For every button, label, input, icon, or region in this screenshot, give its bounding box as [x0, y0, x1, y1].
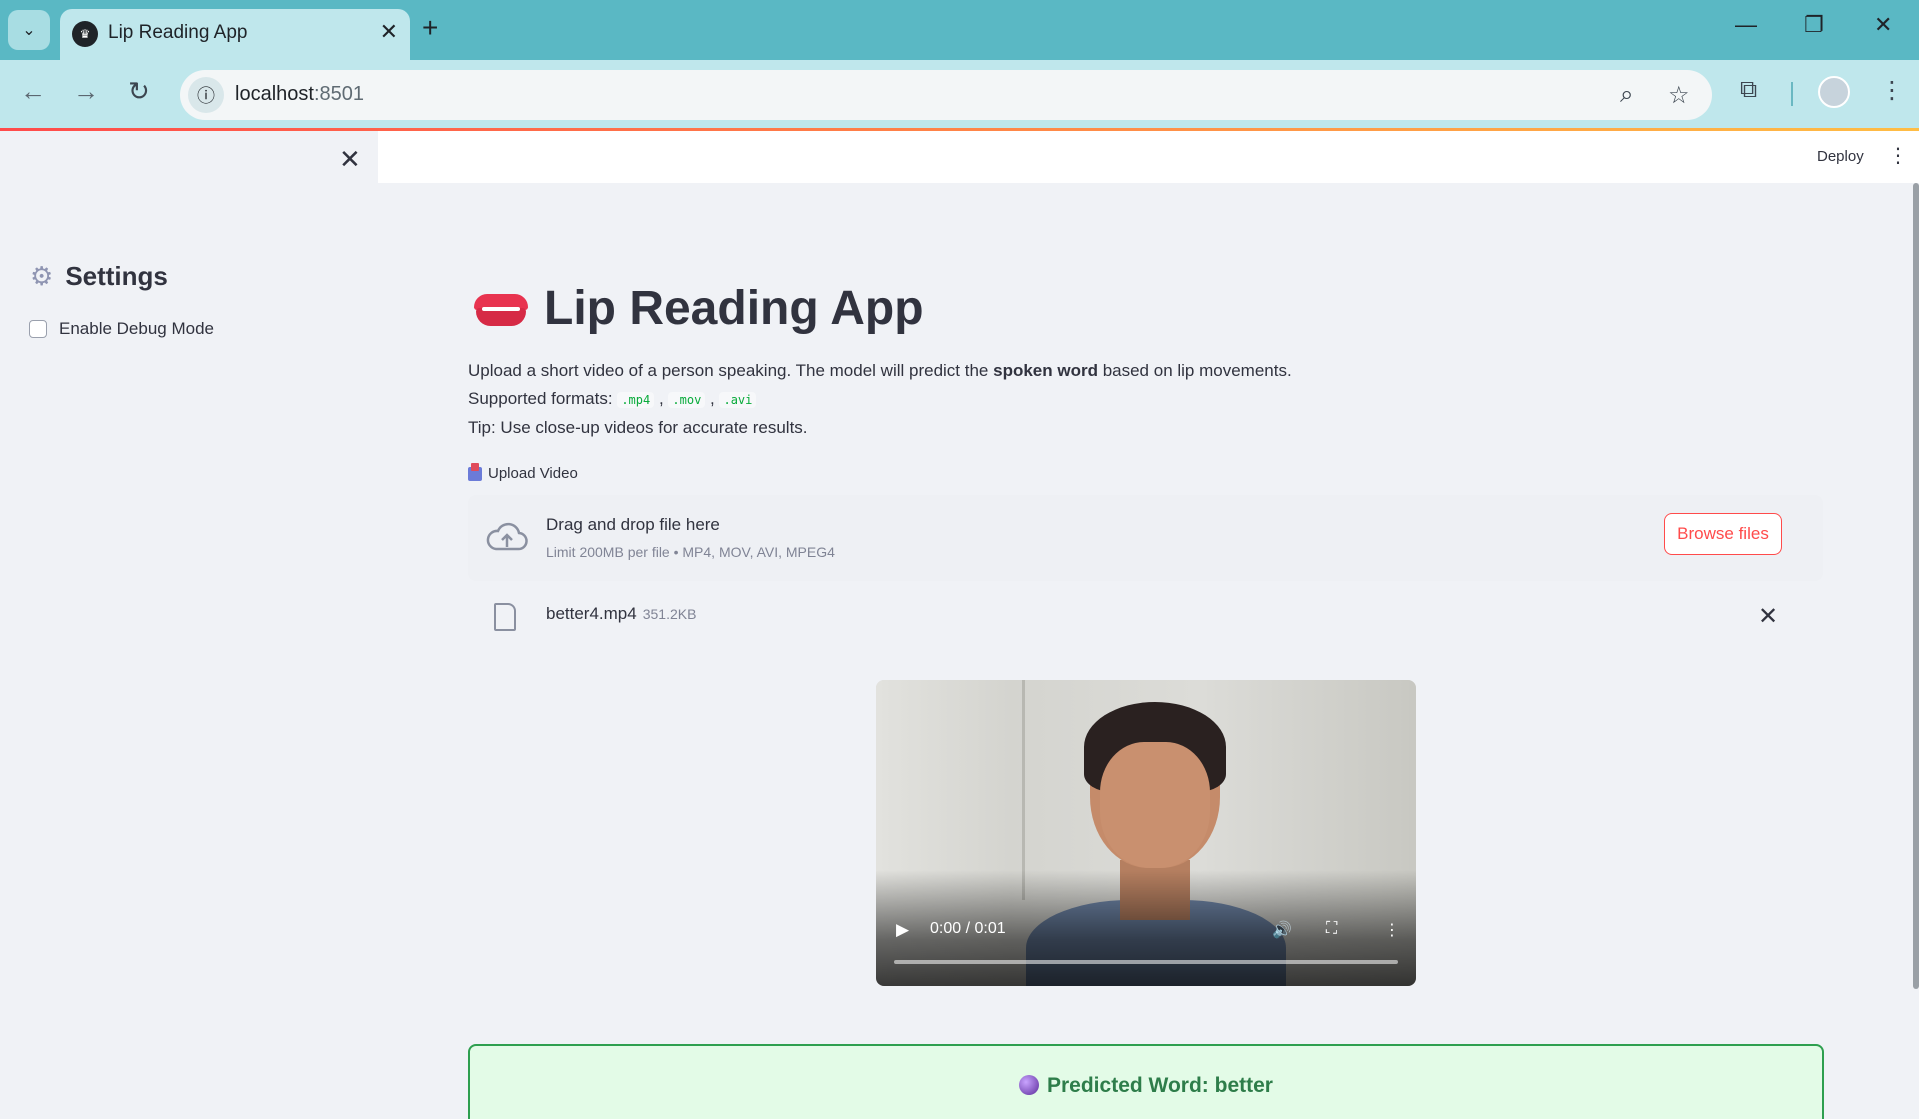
browser-menu-icon[interactable]: ⋮	[1880, 76, 1904, 105]
format-code: .mp4	[617, 392, 655, 408]
debug-mode-label: Enable Debug Mode	[59, 319, 215, 338]
bookmark-star-icon[interactable]: ☆	[1668, 81, 1690, 110]
app-header: Deploy ⋮	[378, 131, 1919, 183]
video-time: 0:00 / 0:01	[930, 920, 1006, 937]
streamlit-favicon-icon: ♛	[72, 21, 98, 47]
zoom-icon[interactable]: ⌕	[1620, 81, 1633, 109]
toolbar-separator	[1791, 82, 1793, 106]
new-tab-icon[interactable]: +	[422, 12, 438, 44]
browser-tab-bar: ⌄ ♛ Lip Reading App ✕ + — ❐ ✕	[0, 0, 1919, 60]
reload-icon[interactable]: ↻	[128, 76, 150, 107]
dropzone-limits: Limit 200MB per file • MP4, MOV, AVI, MP…	[546, 544, 835, 560]
format-code: .mov	[668, 392, 706, 408]
file-size: 351.2KB	[642, 606, 697, 622]
prediction-box: Predicted Word: better	[468, 1044, 1824, 1119]
back-icon[interactable]: ←	[20, 76, 46, 107]
dropzone-title: Drag and drop file here	[546, 515, 720, 534]
minimize-icon[interactable]: —	[1735, 12, 1757, 38]
gear-icon: ⚙	[30, 261, 54, 291]
url-text[interactable]: localhost:8501	[235, 83, 364, 106]
sidebar-header: ⚙ Settings	[30, 261, 168, 292]
profile-avatar[interactable]	[1818, 76, 1850, 108]
page-title-text: Lip Reading App	[544, 282, 924, 335]
upload-label: Upload Video	[468, 462, 578, 482]
tab-search-button[interactable]: ⌄	[8, 10, 50, 50]
site-info-icon[interactable]: ⓘ	[188, 77, 224, 113]
uploaded-file: better4.mp4 351.2KB ✕	[468, 591, 1823, 631]
fullscreen-icon[interactable]: ⛶	[1326, 920, 1337, 938]
video-player[interactable]: ▶ 0:00 / 0:01 🔊 ⛶ ⋮	[876, 680, 1416, 986]
close-window-icon[interactable]: ✕	[1874, 12, 1892, 38]
usage-tip: Tip: Use close-up videos for accurate re…	[468, 418, 808, 437]
remove-file-icon[interactable]: ✕	[1758, 602, 1778, 631]
supported-formats: Supported formats: .mp4 , .mov , .avi	[468, 389, 757, 409]
file-dropzone[interactable]: Drag and drop file here Limit 200MB per …	[468, 495, 1823, 581]
deploy-button[interactable]: Deploy	[1817, 148, 1864, 165]
cloud-upload-icon	[486, 522, 528, 551]
file-icon	[494, 603, 516, 631]
restore-icon[interactable]: ❐	[1804, 12, 1824, 38]
browser-toolbar: ← → ↻ ⓘ localhost:8501 ⌕ ☆ ⧉ ⋮	[0, 60, 1919, 128]
browser-tab[interactable]: ♛ Lip Reading App ✕	[60, 9, 410, 60]
sidebar: ✕ ⚙ Settings Enable Debug Mode	[0, 131, 378, 1119]
inbox-tray-icon	[468, 462, 482, 481]
play-icon[interactable]: ▶	[896, 920, 909, 940]
browse-files-button[interactable]: Browse files	[1664, 513, 1782, 555]
debug-mode-toggle[interactable]: Enable Debug Mode	[29, 319, 214, 339]
video-progress-bar[interactable]	[894, 960, 1398, 964]
main-scrollbar[interactable]	[1913, 183, 1919, 989]
extensions-icon[interactable]: ⧉	[1740, 76, 1757, 104]
sidebar-close-icon[interactable]: ✕	[339, 144, 361, 175]
app-menu-icon[interactable]: ⋮	[1888, 143, 1908, 168]
tab-close-icon[interactable]: ✕	[380, 19, 398, 45]
format-code: .avi	[719, 392, 757, 408]
forward-icon[interactable]: →	[73, 76, 99, 107]
chevron-down-icon: ⌄	[22, 22, 36, 39]
app-description: Upload a short video of a person speakin…	[468, 361, 1292, 380]
volume-icon[interactable]: 🔊	[1272, 920, 1292, 940]
debug-mode-checkbox[interactable]	[29, 320, 47, 338]
tab-title: Lip Reading App	[108, 22, 248, 43]
lips-icon	[474, 290, 528, 328]
prediction-text: Predicted Word: better	[470, 1074, 1822, 1098]
main-content: Deploy ⋮ Lip Reading App Upload a short …	[378, 131, 1919, 1119]
address-bar[interactable]: ⓘ localhost:8501 ⌕ ☆	[180, 70, 1712, 120]
page-title: Lip Reading App	[474, 281, 924, 336]
sidebar-title: Settings	[65, 261, 168, 291]
file-name: better4.mp4 351.2KB	[546, 604, 697, 623]
crystal-ball-icon	[1019, 1075, 1039, 1095]
video-options-icon[interactable]: ⋮	[1384, 920, 1400, 940]
